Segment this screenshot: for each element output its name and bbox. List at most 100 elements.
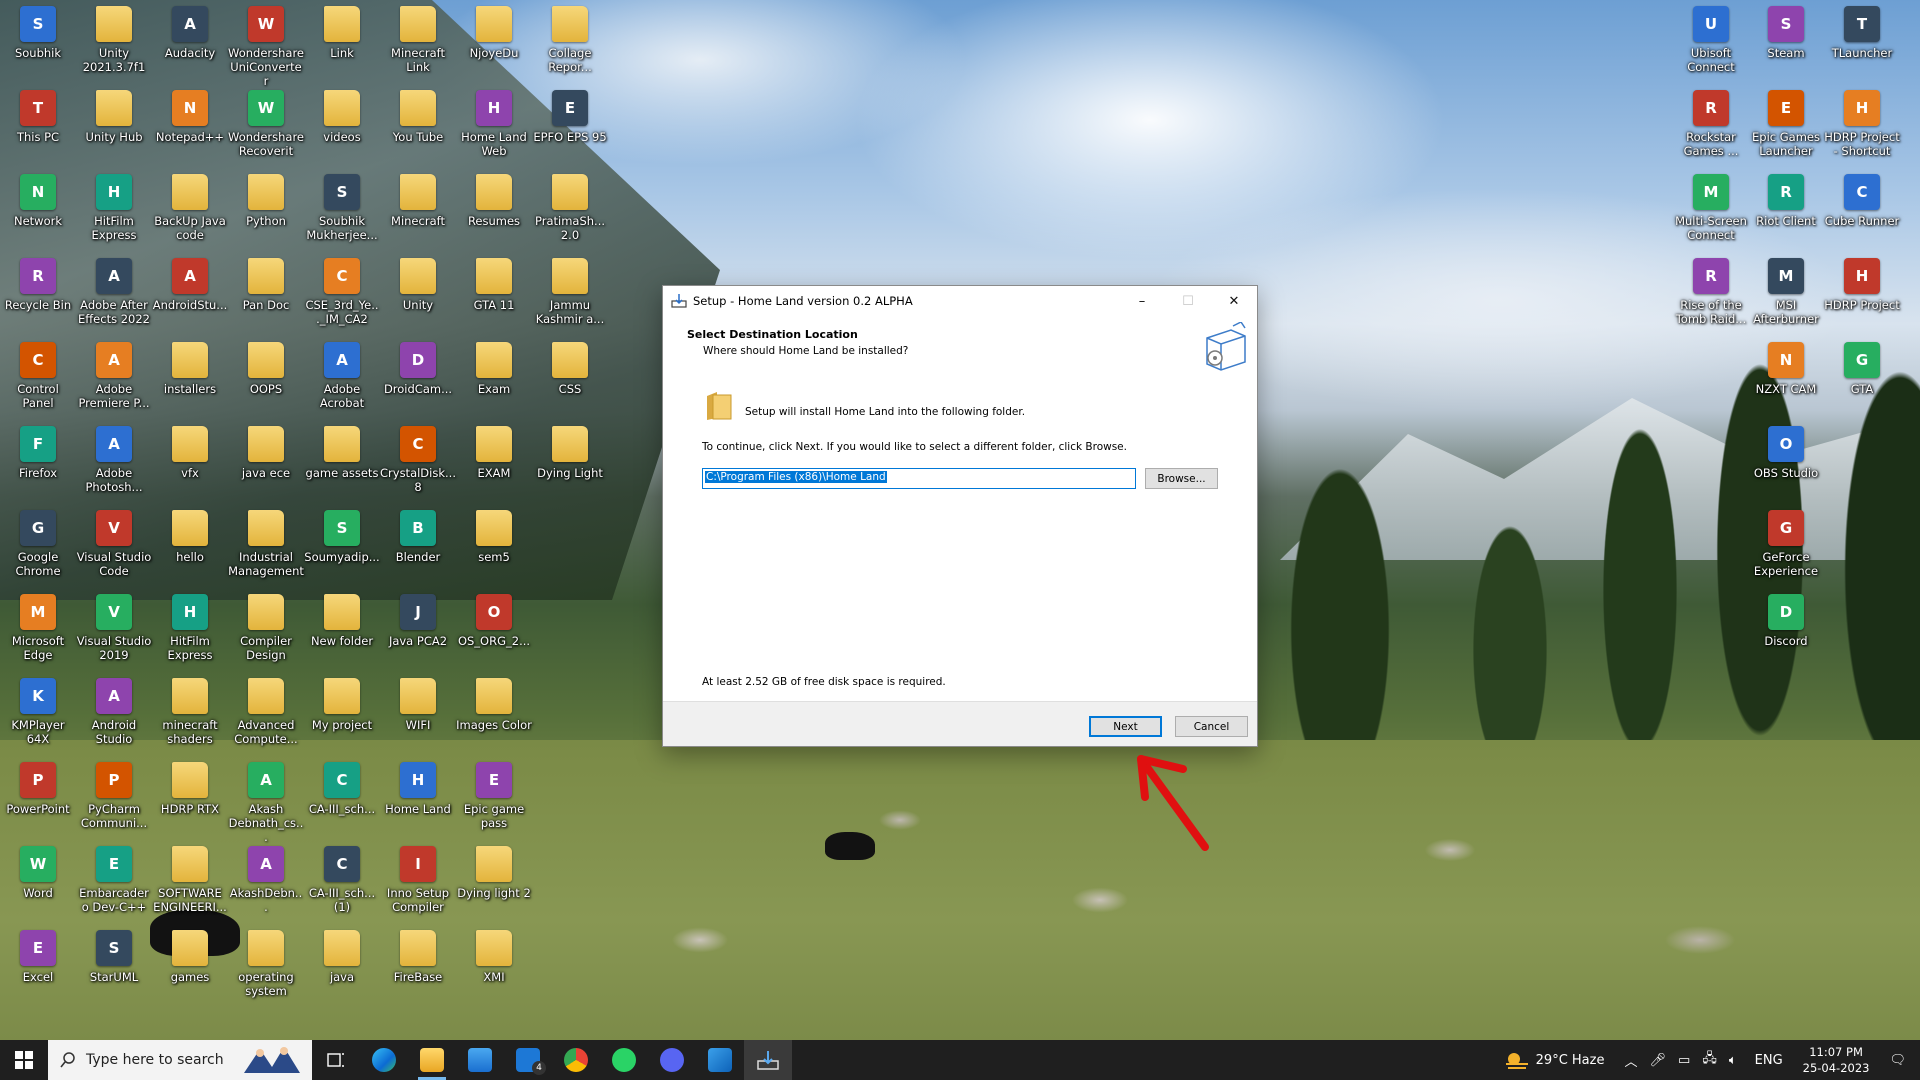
desktop-icon-ubisoft-connect[interactable]: U Ubisoft Connect xyxy=(1673,6,1749,74)
taskbar-search[interactable]: Type here to search xyxy=(48,1040,312,1080)
desktop-icon-game-assets[interactable]: game assets xyxy=(304,426,380,480)
desktop-icon-blender[interactable]: B Blender xyxy=(380,510,456,564)
desktop-icon-hitfilm-express[interactable]: H HitFilm Express xyxy=(76,174,152,242)
desktop-icon-obs-studio[interactable]: O OBS Studio xyxy=(1748,426,1824,480)
minimize-button[interactable]: – xyxy=(1119,286,1165,316)
desktop-icon-python[interactable]: Python xyxy=(228,174,304,228)
chevron-up-icon[interactable]: ︿ xyxy=(1624,1051,1637,1070)
notification-icon[interactable]: 🗨︎ xyxy=(1889,1053,1906,1068)
battery-icon[interactable]: ▭ xyxy=(1678,1053,1690,1068)
desktop-icon-epic-game-pass[interactable]: E Epic game pass xyxy=(456,762,532,830)
desktop-icon-hitfilm-express[interactable]: H HitFilm Express xyxy=(152,594,228,662)
desktop-icon-pycharm-communi[interactable]: P PyCharm Communi... xyxy=(76,762,152,830)
desktop-icon-epic-games-launcher[interactable]: E Epic Games Launcher xyxy=(1748,90,1824,158)
volume-icon[interactable]: 🔈︎ xyxy=(1729,1053,1737,1068)
microphone-icon[interactable]: 🎤︎ xyxy=(1650,1053,1667,1068)
desktop-icon-word[interactable]: W Word xyxy=(0,846,76,900)
desktop-icon-industrial-management[interactable]: Industrial Management xyxy=(228,510,304,578)
desktop-icon-androidstu[interactable]: A AndroidStu... xyxy=(152,258,228,312)
desktop-icon-riot-client[interactable]: R Riot Client xyxy=(1748,174,1824,228)
desktop-icon-home-land[interactable]: H Home Land xyxy=(380,762,456,816)
taskbar-chrome[interactable] xyxy=(552,1040,600,1080)
desktop-icon-java-ece[interactable]: java ece xyxy=(228,426,304,480)
desktop-icon-operating-system[interactable]: operating system xyxy=(228,930,304,998)
desktop-icon-minecraft-link[interactable]: Minecraft Link xyxy=(380,6,456,74)
desktop-icon-network[interactable]: N Network xyxy=(0,174,76,228)
desktop-icon-cube-runner[interactable]: C Cube Runner xyxy=(1824,174,1900,228)
desktop-icon-css[interactable]: CSS xyxy=(532,342,608,396)
desktop-icon-minecraft[interactable]: Minecraft xyxy=(380,174,456,228)
clock[interactable]: 11:07 PM 25-04-2023 xyxy=(1803,1044,1870,1076)
desktop-icon-new-folder[interactable]: New folder xyxy=(304,594,380,648)
desktop-icon-os-org-2[interactable]: O OS_ORG_2... xyxy=(456,594,532,648)
desktop-icon-you-tube[interactable]: You Tube xyxy=(380,90,456,144)
desktop-icon-exam[interactable]: Exam xyxy=(456,342,532,396)
desktop-icon-gta-11[interactable]: GTA 11 xyxy=(456,258,532,312)
desktop-icon-collage-repor[interactable]: Collage Repor... xyxy=(532,6,608,74)
desktop-icon-inno-setup-compiler[interactable]: I Inno Setup Compiler xyxy=(380,846,456,914)
desktop-icon-hdrp-rtx[interactable]: HDRP RTX xyxy=(152,762,228,816)
desktop-icon-firebase[interactable]: FireBase xyxy=(380,930,456,984)
taskbar-mail[interactable]: 4 xyxy=(504,1040,552,1080)
desktop-icon-visual-studio-2019[interactable]: V Visual Studio 2019 xyxy=(76,594,152,662)
desktop-icon-geforce-experience[interactable]: G GeForce Experience xyxy=(1748,510,1824,578)
desktop-icon-unity[interactable]: Unity xyxy=(380,258,456,312)
desktop-icon-soubhik-mukherjee[interactable]: S Soubhik Mukherjee... xyxy=(304,174,380,242)
desktop-icon-my-project[interactable]: My project xyxy=(304,678,380,732)
desktop-icon-software-engineeri[interactable]: SOFTWARE ENGINEERI... xyxy=(152,846,228,914)
desktop-icon-crystaldisk-8[interactable]: C CrystalDisk... 8 xyxy=(380,426,456,494)
desktop-icon-discord[interactable]: D Discord xyxy=(1748,594,1824,648)
desktop-icon-kmplayer-64x[interactable]: K KMPlayer 64X xyxy=(0,678,76,746)
desktop-icon-unity-2021-3-7f1[interactable]: Unity 2021.3.7f1 xyxy=(76,6,152,74)
desktop-icon-powerpoint[interactable]: P PowerPoint xyxy=(0,762,76,816)
desktop-icon-akash-debnath-cs[interactable]: A Akash Debnath_cs... xyxy=(228,762,304,844)
desktop-icon-steam[interactable]: S Steam xyxy=(1748,6,1824,60)
desktop-icon-games[interactable]: games xyxy=(152,930,228,984)
taskbar-edge[interactable] xyxy=(360,1040,408,1080)
desktop-icon-exam[interactable]: EXAM xyxy=(456,426,532,480)
desktop-icon-backup-java-code[interactable]: BackUp Java code xyxy=(152,174,228,242)
desktop-icon-google-chrome[interactable]: G Google Chrome xyxy=(0,510,76,578)
desktop-icon-wifi[interactable]: WIFI xyxy=(380,678,456,732)
desktop-icon-akashdebn[interactable]: A AkashDebn... xyxy=(228,846,304,914)
dialog-titlebar[interactable]: Setup - Home Land version 0.2 ALPHA – ☐ … xyxy=(663,286,1257,316)
browse-button[interactable]: Browse... xyxy=(1145,468,1218,489)
start-button[interactable] xyxy=(0,1040,48,1080)
desktop-icon-wondershare-uniconverter[interactable]: W Wondershare UniConverter xyxy=(228,6,304,88)
desktop-icon-pratimash-2-0[interactable]: PratimaSh... 2.0 xyxy=(532,174,608,242)
desktop-icon-java-pca2[interactable]: J Java PCA2 xyxy=(380,594,456,648)
taskbar-whatsapp[interactable] xyxy=(600,1040,648,1080)
desktop-icon-cse-3rd-ye-im-ca2[interactable]: C CSE_3rd_Ye..._IM_CA2 xyxy=(304,258,380,326)
desktop-icon-dying-light-2[interactable]: Dying light 2 xyxy=(456,846,532,900)
desktop-icon-adobe-photosh[interactable]: A Adobe Photosh... xyxy=(76,426,152,494)
taskbar-file-explorer[interactable] xyxy=(408,1040,456,1080)
desktop-icon-resumes[interactable]: Resumes xyxy=(456,174,532,228)
close-button[interactable]: ✕ xyxy=(1211,286,1257,316)
desktop-icon-rise-of-the-tomb-raid[interactable]: R Rise of the Tomb Raid... xyxy=(1673,258,1749,326)
desktop-icon-compiler-design[interactable]: Compiler Design xyxy=(228,594,304,662)
desktop-icon-microsoft-edge[interactable]: M Microsoft Edge xyxy=(0,594,76,662)
desktop-icon-installers[interactable]: installers xyxy=(152,342,228,396)
desktop-icon-adobe-after-effects-2022[interactable]: A Adobe After Effects 2022 xyxy=(76,258,152,326)
install-path-input[interactable]: C:\Program Files (x86)\Home Land xyxy=(702,468,1136,489)
desktop-icon-wondershare-recoverit[interactable]: W Wondershare Recoverit xyxy=(228,90,304,158)
desktop-icon-njoyedu[interactable]: NjoyeDu xyxy=(456,6,532,60)
desktop-icon-java[interactable]: java xyxy=(304,930,380,984)
desktop-icon-link[interactable]: Link xyxy=(304,6,380,60)
desktop-icon-rockstar-games[interactable]: R Rockstar Games ... xyxy=(1673,90,1749,158)
desktop-icon-ca-iii-sch-1[interactable]: C CA-III_sch... (1) xyxy=(304,846,380,914)
desktop-icon-jammu-kashmir-a[interactable]: Jammu Kashmir a... xyxy=(532,258,608,326)
task-view-button[interactable] xyxy=(312,1040,360,1080)
desktop-icon-hdrp-project-shortcut[interactable]: H HDRP Project - Shortcut xyxy=(1824,90,1900,158)
taskbar-discord[interactable] xyxy=(648,1040,696,1080)
desktop-icon-nzxt-cam[interactable]: N NZXT CAM xyxy=(1748,342,1824,396)
desktop-icon-audacity[interactable]: A Audacity xyxy=(152,6,228,60)
desktop-icon-notepad[interactable]: N Notepad++ xyxy=(152,90,228,144)
desktop-icon-excel[interactable]: E Excel xyxy=(0,930,76,984)
desktop-icon-unity-hub[interactable]: Unity Hub xyxy=(76,90,152,144)
desktop-icon-adobe-acrobat[interactable]: A Adobe Acrobat xyxy=(304,342,380,410)
desktop-icon-epfo-eps-95[interactable]: E EPFO EPS 95 xyxy=(532,90,608,144)
network-icon[interactable]: 🖧︎ xyxy=(1702,1049,1717,1071)
desktop-icon-multi-screen-connect[interactable]: M Multi-Screen Connect xyxy=(1673,174,1749,242)
desktop-icon-control-panel[interactable]: C Control Panel xyxy=(0,342,76,410)
